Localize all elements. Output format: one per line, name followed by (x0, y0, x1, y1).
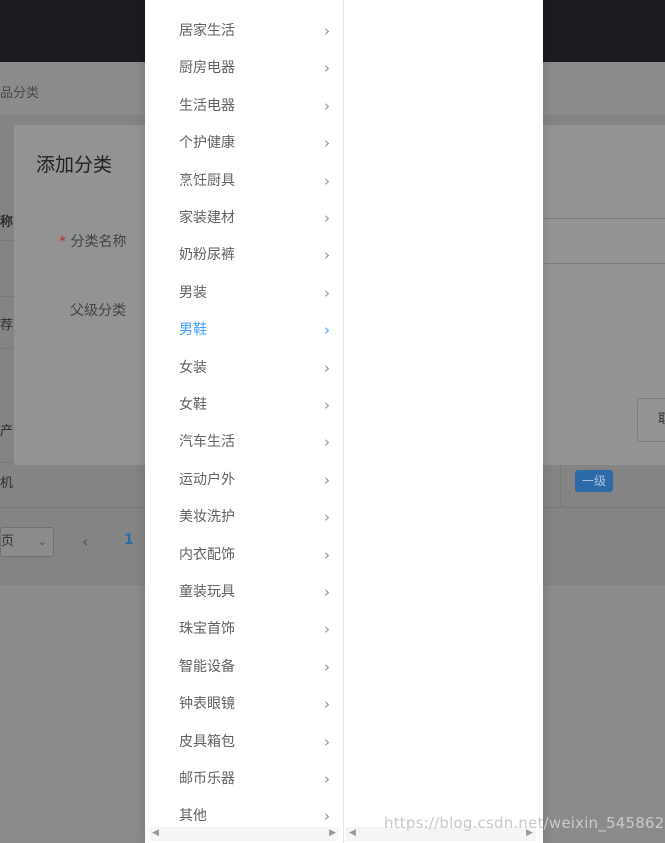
cascader-option[interactable]: 汽车生活 › (145, 425, 343, 459)
cascader-option[interactable]: 童装玩具 › (145, 575, 343, 609)
scroll-left-icon[interactable]: ◀ (349, 828, 356, 838)
pager-prev-button[interactable]: ‹ (82, 532, 88, 551)
cascader-option[interactable]: 居家生活 › (145, 14, 343, 48)
page-size-select[interactable]: 页 ⌄ (0, 527, 54, 557)
chevron-right-icon: › (324, 807, 330, 826)
cascader-option-label: 童装玩具 (179, 584, 235, 600)
chevron-right-icon: › (324, 770, 330, 788)
chevron-right-icon: › (324, 59, 330, 78)
chevron-right-icon: › (324, 321, 330, 340)
cascader-option[interactable]: 内衣配饰 › (145, 538, 343, 572)
cascader-option-label: 女装 (179, 359, 207, 376)
category-name-label: * 分类名称 (59, 231, 126, 251)
chevron-right-icon: › (324, 583, 330, 601)
chevron-right-icon: › (324, 171, 330, 190)
cascader-option-label: 美妆洗护 (179, 509, 235, 526)
cascader-option-label: 其他 (179, 808, 207, 825)
table-cell: 产 (0, 424, 14, 439)
chevron-right-icon: › (324, 508, 330, 527)
cascader-option-label: 男装 (179, 284, 207, 301)
required-mark: * (59, 234, 66, 250)
parent-category-label: 父级分类 (70, 303, 126, 319)
cascader-option[interactable]: 男装 › (145, 276, 343, 310)
cascader-option-label: 智能设备 (179, 658, 235, 675)
page-size-label: 页 (1, 534, 15, 549)
cascader-option[interactable]: 家装建材 › (145, 201, 343, 235)
cascader-option-label: 珠宝首饰 (179, 621, 235, 638)
chevron-right-icon: › (324, 96, 330, 115)
pager-page-number[interactable]: 1 (124, 532, 134, 548)
chevron-right-icon: › (324, 470, 330, 489)
cascader-option-label: 内衣配饰 (179, 546, 235, 563)
chevron-right-icon: › (324, 620, 330, 639)
table-header-cell: 称 (0, 215, 14, 230)
chevron-right-icon: › (324, 396, 330, 414)
breadcrumb: 品分类 (0, 86, 40, 101)
cascader-option-label: 奶粉尿裤 (179, 247, 235, 264)
parent-category-cascader: ◀ ▶ 居家生活 › 厨房电器 › 生活电器 › 个护健康 › 烹饪厨具 › 家装建材 › 奶粉尿裤 › 男… (145, 0, 543, 843)
cascader-option[interactable]: 钟表眼镜 › (145, 687, 343, 721)
cascader-option[interactable]: 奶粉尿裤 › (145, 238, 343, 272)
cascader-option-label: 个护健康 (179, 135, 235, 152)
chevron-right-icon: › (324, 283, 330, 302)
cascader-option-label: 烹饪厨具 (179, 172, 235, 189)
cascader-option-label: 居家生活 (179, 23, 235, 39)
cascader-option[interactable]: 珠宝首饰 › (145, 612, 343, 646)
chevron-right-icon: › (324, 433, 330, 452)
chevron-right-icon: › (324, 134, 330, 153)
watermark: https://blog.csdn.net/weixin_54586234 (384, 814, 665, 832)
cascader-option[interactable]: 美妆洗护 › (145, 500, 343, 534)
cascader-option[interactable]: 其他 › (145, 799, 343, 833)
chevron-right-icon: › (324, 695, 330, 714)
cascader-option[interactable]: 女装 › (145, 351, 343, 385)
table-cell: 荐 (0, 318, 14, 333)
cascader-menu-level-1: ◀ ▶ 居家生活 › 厨房电器 › 生活电器 › 个护健康 › 烹饪厨具 › 家装建材 › 奶粉尿裤 › 男… (145, 0, 344, 843)
chevron-right-icon: › (324, 657, 330, 676)
cancel-button[interactable]: 取 (637, 398, 665, 442)
cascader-option[interactable]: 邮币乐器 › (145, 762, 343, 796)
chevron-right-icon: › (324, 545, 330, 564)
category-name-input[interactable] (543, 218, 665, 264)
cascader-option[interactable]: 男鞋 › (145, 313, 343, 347)
cascader-menu-level-2: ◀ ▶ (344, 0, 543, 843)
cascader-option-label: 家装建材 (179, 210, 235, 226)
table-cell: 机 (0, 476, 14, 491)
dialog-title: 添加分类 (36, 154, 113, 176)
cascader-option[interactable]: 个护健康 › (145, 126, 343, 160)
cascader-option[interactable]: 运动户外 › (145, 463, 343, 497)
cascader-option-label: 运动户外 (179, 471, 235, 488)
cascader-option[interactable]: 生活电器 › (145, 89, 343, 123)
chevron-right-icon: › (324, 358, 330, 377)
table-col-divider (560, 462, 561, 508)
cascader-option[interactable]: 烹饪厨具 › (145, 164, 343, 198)
category-name-label-text: 分类名称 (70, 234, 127, 250)
level-tag: 一级 (575, 470, 613, 492)
chevron-right-icon: › (324, 246, 330, 265)
cascader-option[interactable]: 女鞋 › (145, 388, 343, 422)
chevron-down-icon: ⌄ (37, 535, 47, 548)
chevron-right-icon: › (324, 732, 330, 751)
chevron-right-icon: › (324, 22, 330, 40)
cascader-option-label: 邮币乐器 (179, 771, 235, 787)
cascader-option-label: 厨房电器 (179, 60, 235, 77)
cascader-option-label: 生活电器 (179, 97, 235, 114)
cascader-option-label: 女鞋 (179, 397, 207, 413)
cascader-option[interactable]: 厨房电器 › (145, 51, 343, 85)
cascader-option-label: 皮具箱包 (179, 733, 235, 750)
cascader-option-label: 男鞋 (179, 322, 207, 339)
cascader-option-label: 汽车生活 (179, 434, 235, 451)
cascader-option[interactable]: 智能设备 › (145, 650, 343, 684)
chevron-right-icon: › (324, 209, 330, 227)
cascader-option-partial[interactable] (145, 0, 343, 11)
cascader-option-label: 钟表眼镜 (179, 696, 235, 713)
cascader-option[interactable]: 皮具箱包 › (145, 725, 343, 759)
